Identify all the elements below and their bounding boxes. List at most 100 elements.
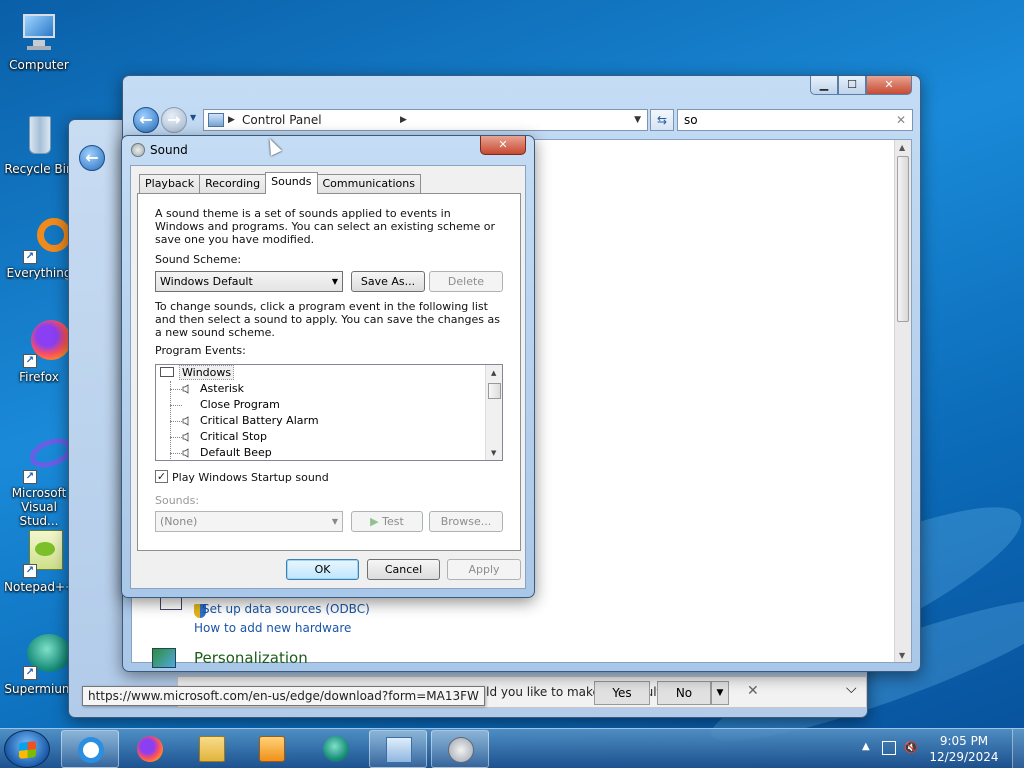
add-hardware-link[interactable]: How to add new hardware (194, 621, 351, 635)
tree-root-label: Windows (179, 365, 235, 380)
show-hidden-icons-icon[interactable]: ▲ (862, 741, 870, 752)
speaker-icon (182, 416, 189, 426)
forward-button[interactable]: → (161, 107, 187, 133)
minimize-button[interactable]: ▁ (810, 76, 838, 95)
maximize-button[interactable]: ☐ (838, 76, 866, 95)
scroll-up-icon[interactable]: ▲ (899, 143, 905, 152)
ok-button[interactable]: OK (286, 559, 359, 580)
startup-sound-checkbox[interactable]: ✓ (155, 470, 168, 483)
tree-connector (170, 421, 182, 422)
firefox-icon: ↗ (15, 320, 71, 368)
tree-connector (170, 453, 182, 454)
breadcrumb-arrow-icon[interactable]: ▶ (228, 110, 235, 130)
desktop-icon-visual-studio[interactable]: ↗ Microsoft Visual Stud... (4, 433, 77, 528)
tab-communications[interactable]: Communications (316, 174, 421, 193)
start-button[interactable] (4, 730, 50, 768)
desktop-icon-firefox[interactable]: ↗ Firefox (4, 320, 74, 384)
url-tooltip: https://www.microsoft.com/en-us/edge/dow… (82, 686, 485, 706)
address-dropdown-icon[interactable]: ▼ (634, 110, 641, 130)
system-tray: ▲ 🔇 9:05 PM 12/29/2024 (852, 729, 1012, 768)
event-name: Asterisk (200, 382, 245, 395)
close-button[interactable]: ✕ (866, 76, 912, 95)
recycle-bin-icon (15, 112, 63, 160)
desktop-icon-everything[interactable]: ↗ Everything (4, 216, 74, 280)
taskbar-control-panel[interactable] (369, 730, 427, 768)
sounds-select[interactable]: (None) ▼ (155, 511, 343, 532)
event-name: Critical Stop (200, 430, 267, 443)
tab-playback[interactable]: Playback (139, 174, 201, 193)
personalization-icon (152, 648, 176, 668)
odbc-link[interactable]: Set up data sources (ODBC) (202, 602, 370, 616)
desktop-icon-recycle-bin[interactable]: Recycle Bin (4, 112, 74, 176)
chevron-down-icon[interactable]: ⌵ (846, 681, 857, 697)
sound-scheme-label: Sound Scheme: (155, 253, 242, 266)
personalization-link[interactable]: Personalization (194, 649, 308, 667)
recent-pages-dropdown-icon[interactable]: ▼ (190, 113, 196, 122)
network-icon[interactable] (882, 741, 896, 755)
save-as-button[interactable]: Save As... (351, 271, 425, 292)
taskbar-internet-explorer[interactable] (61, 730, 119, 768)
desktop-icon-notepad-plus-plus[interactable]: ↗ Notepad++ (4, 530, 74, 594)
notepad-plus-plus-icon: ↗ (15, 530, 63, 578)
browse-button[interactable]: Browse... (429, 511, 503, 532)
tree-connector (170, 437, 182, 438)
sound-scheme-select[interactable]: Windows Default ▼ (155, 271, 343, 292)
clock[interactable]: 9:05 PM 12/29/2024 (929, 733, 999, 765)
breadcrumb[interactable]: Control Panel (242, 113, 322, 127)
list-item[interactable]: Default Beep (170, 445, 272, 460)
scroll-up-icon[interactable]: ▲ (491, 369, 496, 377)
list-item[interactable]: Close Program (170, 397, 280, 413)
scrollbar[interactable]: ▲ ▼ (894, 140, 911, 662)
list-item[interactable]: Critical Stop (170, 429, 267, 445)
delete-button[interactable]: Delete (429, 271, 503, 292)
close-button[interactable]: ✕ (480, 136, 526, 155)
tab-sounds[interactable]: Sounds (265, 172, 318, 194)
taskbar-file-explorer[interactable] (183, 730, 241, 768)
cancel-button[interactable]: Cancel (367, 559, 440, 580)
control-panel-icon (386, 737, 412, 763)
clear-search-icon[interactable]: ✕ (896, 110, 906, 130)
close-icon[interactable]: ✕ (747, 683, 759, 699)
taskbar-firefox[interactable] (121, 730, 179, 768)
supermium-icon (323, 736, 349, 762)
dropdown-arrow-icon: ▼ (331, 517, 338, 526)
caption-buttons: ▁ ☐ ✕ (810, 76, 912, 95)
scroll-down-icon[interactable]: ▼ (899, 651, 905, 660)
refresh-button[interactable]: ⇆ (650, 109, 674, 131)
back-button[interactable]: ← (79, 145, 105, 171)
show-desktop-button[interactable] (1012, 729, 1024, 768)
scrollbar-thumb[interactable] (897, 156, 909, 322)
list-item[interactable]: Critical Battery Alarm (170, 413, 319, 429)
volume-muted-icon[interactable]: 🔇 (904, 741, 918, 755)
no-button[interactable]: No (657, 681, 711, 705)
scrollbar-thumb[interactable] (488, 383, 501, 399)
tab-strip: Playback Recording Sounds Communications (139, 172, 421, 194)
startup-sound-label[interactable]: Play Windows Startup sound (172, 471, 329, 484)
apply-button[interactable]: Apply (447, 559, 521, 580)
taskbar: ▲ 🔇 9:05 PM 12/29/2024 (0, 728, 1024, 768)
tree-root[interactable]: Windows (160, 365, 235, 381)
yes-button[interactable]: Yes (594, 681, 650, 705)
sounds-value: (None) (160, 515, 198, 528)
clock-time: 9:05 PM (939, 734, 989, 748)
list-scrollbar[interactable]: ▲ ▼ (485, 365, 502, 460)
shortcut-arrow-icon: ↗ (23, 354, 37, 368)
test-button[interactable]: ▶ Test (351, 511, 423, 532)
list-item[interactable]: Asterisk (170, 381, 244, 397)
sound-scheme-value: Windows Default (160, 275, 253, 288)
taskbar-sound[interactable] (431, 730, 489, 768)
tab-recording[interactable]: Recording (199, 174, 267, 193)
taskbar-media-player[interactable] (243, 730, 301, 768)
desktop-icon-computer[interactable]: Computer (4, 8, 74, 72)
sound-dialog[interactable]: Sound ✕ Playback Recording Sounds Commun… (121, 135, 535, 598)
scroll-down-icon[interactable]: ▼ (491, 449, 496, 457)
program-events-list[interactable]: Windows Asterisk Close Program Critical … (155, 364, 503, 461)
address-bar[interactable]: ▶ Control Panel ▶ ▼ (203, 109, 648, 131)
navigation-bar: ← → ▼ ▶ Control Panel ▶ ▼ ⇆ so ✕ (131, 106, 913, 134)
breadcrumb-arrow-icon[interactable]: ▶ (400, 110, 407, 130)
taskbar-supermium[interactable] (307, 730, 365, 768)
search-input[interactable]: so ✕ (677, 109, 913, 131)
back-button[interactable]: ← (133, 107, 159, 133)
desktop-icon-supermium[interactable]: ↗ Supermium (4, 632, 74, 696)
no-dropdown-button[interactable]: ▼ (711, 681, 729, 705)
